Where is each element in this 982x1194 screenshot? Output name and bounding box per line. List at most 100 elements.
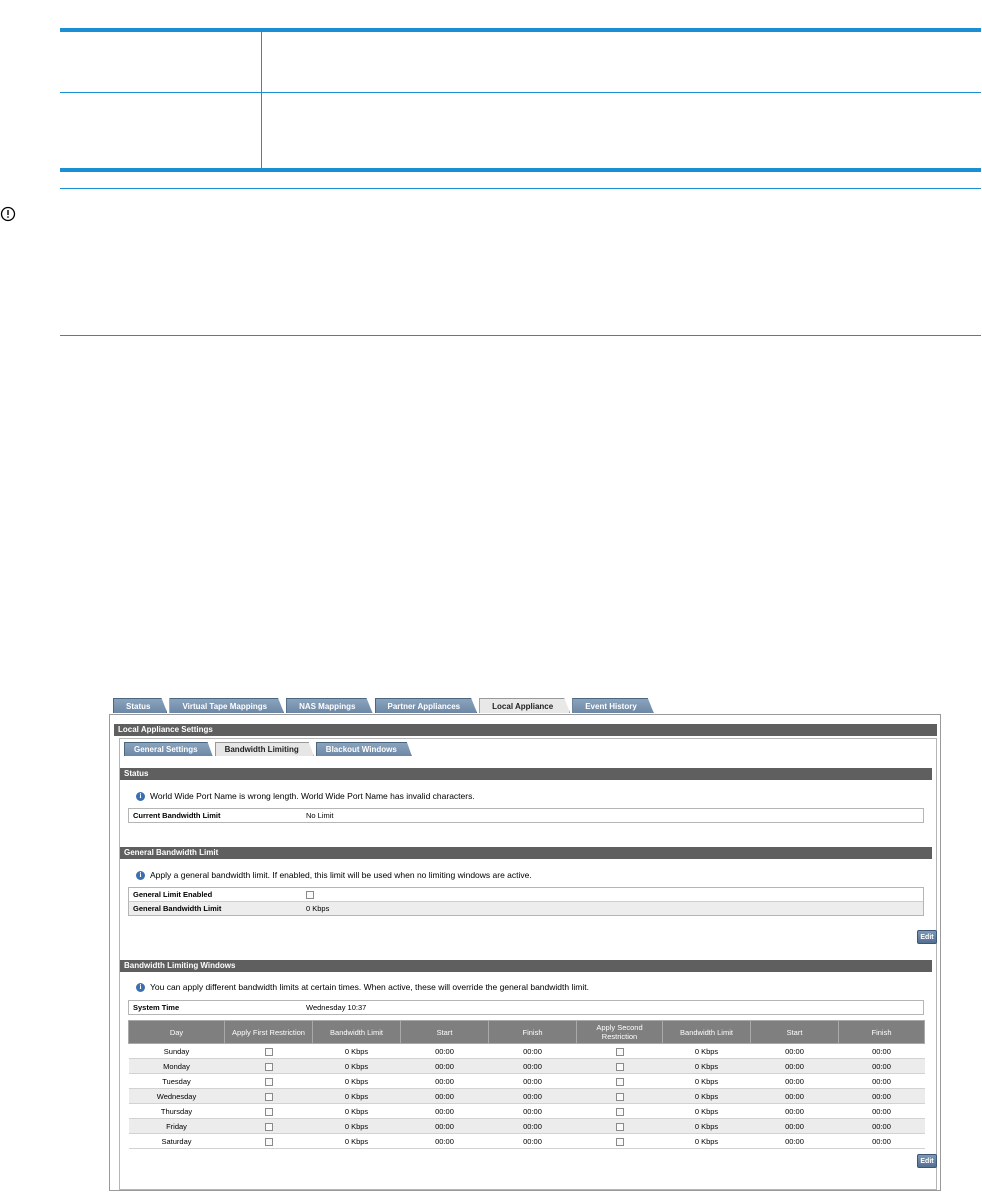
apply-first-checkbox[interactable] — [264, 1137, 273, 1146]
bandwidth-1-cell: 0 Kbps — [312, 1073, 401, 1089]
tab-partner-appliances[interactable]: Partner Appliances — [375, 698, 478, 713]
finish-1-cell: 00:00 — [488, 1043, 577, 1059]
apply-first-checkbox[interactable] — [264, 1077, 273, 1086]
column-header-apply-first: Apply First Restriction — [224, 1020, 313, 1044]
finish-2-cell: 00:00 — [838, 1058, 925, 1074]
column-header-start-1: Start — [400, 1020, 489, 1044]
start-2-cell: 00:00 — [750, 1133, 839, 1149]
bandwidth-1-cell: 0 Kbps — [312, 1133, 401, 1149]
apply-second-checkbox[interactable] — [615, 1077, 624, 1086]
finish-2-cell: 00:00 — [838, 1133, 925, 1149]
current-bandwidth-label: Current Bandwidth Limit — [133, 811, 221, 820]
day-cell: Thursday — [128, 1103, 225, 1119]
sub-tab-bar: General Settings Bandwidth Limiting Blac… — [124, 742, 412, 756]
tab-general-settings[interactable]: General Settings — [124, 742, 213, 756]
table-row: Saturday 0 Kbps 00:00 00:00 0 Kbps 00:00… — [128, 1133, 925, 1149]
bandwidth-1-cell: 0 Kbps — [312, 1058, 401, 1074]
general-limit-enabled-checkbox[interactable] — [306, 891, 314, 900]
finish-2-cell: 00:00 — [838, 1073, 925, 1089]
app-content-frame: Local Appliance Settings General Setting… — [109, 714, 941, 1191]
general-limit-enabled-label: General Limit Enabled — [133, 890, 213, 899]
column-header-day: Day — [128, 1020, 225, 1044]
table-row: Friday 0 Kbps 00:00 00:00 0 Kbps 00:00 0… — [128, 1118, 925, 1134]
apply-second-checkbox[interactable] — [615, 1092, 624, 1101]
general-info-message: i Apply a general bandwidth limit. If en… — [136, 869, 532, 881]
info-icon: i — [136, 791, 145, 801]
start-1-cell: 00:00 — [400, 1088, 489, 1104]
status-section-header: Status — [120, 768, 932, 780]
info-icon: i — [136, 870, 145, 880]
table-row: Sunday 0 Kbps 00:00 00:00 0 Kbps 00:00 0… — [128, 1043, 925, 1059]
local-appliance-settings-header: Local Appliance Settings — [114, 724, 937, 736]
finish-1-cell: 00:00 — [488, 1058, 577, 1074]
general-bandwidth-limit-value: 0 Kbps — [306, 904, 330, 913]
status-info-message: i World Wide Port Name is wrong length. … — [136, 790, 475, 802]
day-cell: Wednesday — [128, 1088, 225, 1104]
table-row: Thursday 0 Kbps 00:00 00:00 0 Kbps 00:00… — [128, 1103, 925, 1119]
finish-1-cell: 00:00 — [488, 1118, 577, 1134]
current-bandwidth-row: Current Bandwidth Limit No Limit — [129, 809, 923, 822]
finish-1-cell: 00:00 — [488, 1103, 577, 1119]
tab-blackout-windows[interactable]: Blackout Windows — [316, 742, 412, 756]
start-2-cell: 00:00 — [750, 1088, 839, 1104]
apply-first-checkbox[interactable] — [264, 1062, 273, 1071]
start-1-cell: 00:00 — [400, 1043, 489, 1059]
bandwidth-1-cell: 0 Kbps — [312, 1103, 401, 1119]
important-exclamation-icon — [0, 206, 16, 222]
system-time-label: System Time — [133, 1003, 180, 1012]
start-2-cell: 00:00 — [750, 1043, 839, 1059]
limiting-windows-section-header: Bandwidth Limiting Windows — [120, 960, 932, 972]
general-bandwidth-section-header: General Bandwidth Limit — [120, 847, 932, 859]
table-row: Tuesday 0 Kbps 00:00 00:00 0 Kbps 00:00 … — [128, 1073, 925, 1089]
column-header-start-2: Start — [750, 1020, 839, 1044]
tab-event-history[interactable]: Event History — [572, 698, 654, 713]
doc-table-row — [60, 93, 981, 168]
start-1-cell: 00:00 — [400, 1073, 489, 1089]
general-bandwidth-limit-row: General Bandwidth Limit 0 Kbps — [129, 902, 923, 915]
bandwidth-2-cell: 0 Kbps — [662, 1043, 751, 1059]
finish-2-cell: 00:00 — [838, 1103, 925, 1119]
column-header-finish-2: Finish — [838, 1020, 925, 1044]
grid-header-row: Day Apply First Restriction Bandwidth Li… — [128, 1020, 925, 1044]
info-icon: i — [136, 982, 145, 992]
start-2-cell: 00:00 — [750, 1118, 839, 1134]
start-1-cell: 00:00 — [400, 1118, 489, 1134]
windows-info-text: You can apply different bandwidth limits… — [150, 982, 589, 992]
general-limit-enabled-row: General Limit Enabled — [129, 888, 923, 902]
finish-2-cell: 00:00 — [838, 1118, 925, 1134]
day-cell: Friday — [128, 1118, 225, 1134]
bandwidth-2-cell: 0 Kbps — [662, 1088, 751, 1104]
tab-virtual-tape-mappings[interactable]: Virtual Tape Mappings — [169, 698, 284, 713]
start-1-cell: 00:00 — [400, 1103, 489, 1119]
apply-first-checkbox[interactable] — [264, 1107, 273, 1116]
status-info-text: World Wide Port Name is wrong length. Wo… — [150, 791, 475, 801]
apply-first-checkbox[interactable] — [264, 1092, 273, 1101]
column-header-apply-second: Apply Second Restriction — [576, 1020, 663, 1044]
apply-second-checkbox[interactable] — [615, 1137, 624, 1146]
apply-first-checkbox[interactable] — [264, 1047, 273, 1056]
doc-table — [60, 28, 981, 172]
tab-local-appliance[interactable]: Local Appliance — [479, 698, 570, 713]
general-bandwidth-table: General Limit Enabled General Bandwidth … — [128, 887, 924, 916]
bandwidth-1-cell: 0 Kbps — [312, 1118, 401, 1134]
tab-status[interactable]: Status — [113, 698, 167, 713]
column-header-bandwidth-1: Bandwidth Limit — [312, 1020, 401, 1044]
limiting-windows-grid: Day Apply First Restriction Bandwidth Li… — [128, 1020, 925, 1149]
apply-second-checkbox[interactable] — [615, 1047, 624, 1056]
current-bandwidth-value: No Limit — [306, 811, 334, 820]
finish-2-cell: 00:00 — [838, 1088, 925, 1104]
day-cell: Monday — [128, 1058, 225, 1074]
general-edit-button[interactable]: Edit — [917, 930, 937, 944]
doc-table-row — [60, 32, 981, 93]
apply-second-checkbox[interactable] — [615, 1062, 624, 1071]
apply-second-checkbox[interactable] — [615, 1107, 624, 1116]
start-2-cell: 00:00 — [750, 1073, 839, 1089]
apply-second-checkbox[interactable] — [615, 1122, 624, 1131]
apply-first-checkbox[interactable] — [264, 1122, 273, 1131]
tab-nas-mappings[interactable]: NAS Mappings — [286, 698, 372, 713]
start-2-cell: 00:00 — [750, 1103, 839, 1119]
finish-1-cell: 00:00 — [488, 1073, 577, 1089]
windows-edit-button[interactable]: Edit — [917, 1154, 937, 1168]
bandwidth-2-cell: 0 Kbps — [662, 1058, 751, 1074]
tab-bandwidth-limiting[interactable]: Bandwidth Limiting — [215, 742, 314, 756]
